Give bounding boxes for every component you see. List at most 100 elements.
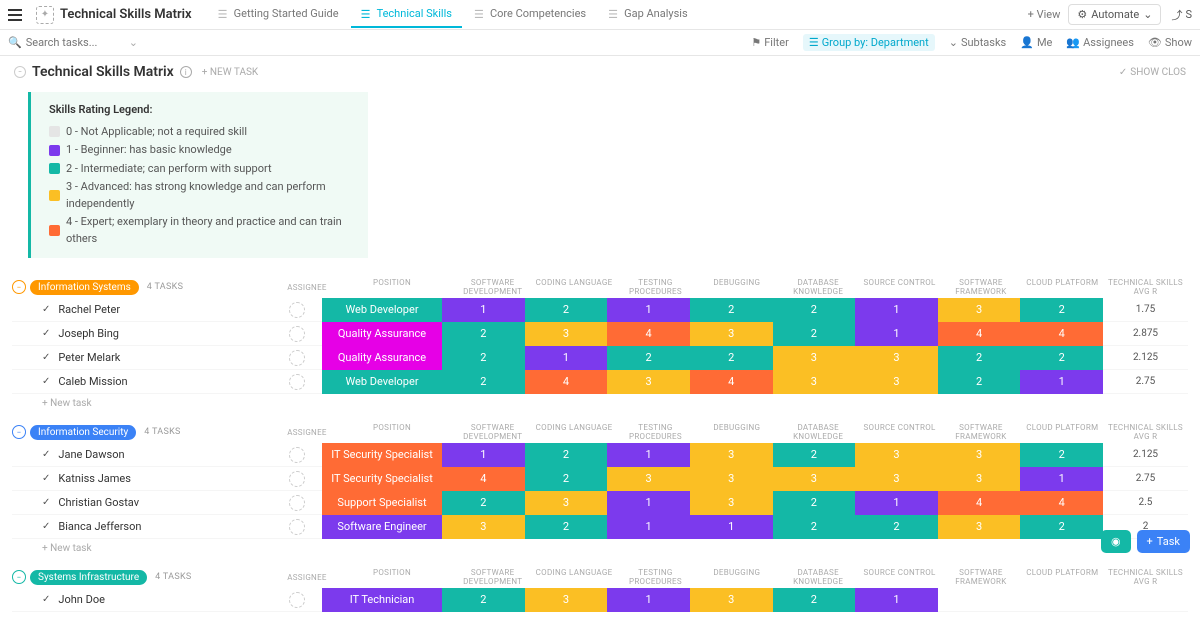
skill-cell[interactable]: 2 [938,370,1021,394]
skill-cell[interactable]: 3 [690,491,773,515]
skill-cell[interactable]: 1 [607,515,690,539]
tab-core-competencies[interactable]: ☰Core Competencies [464,1,596,28]
skill-cell[interactable]: 3 [607,370,690,394]
skill-cell[interactable]: 1 [855,298,938,322]
assignee-cell[interactable] [272,447,322,463]
show-closed[interactable]: ✓SHOW CLOS [1119,67,1186,78]
skill-cell[interactable]: 3 [855,467,938,491]
skill-cell[interactable]: 1 [442,443,525,467]
skill-cell[interactable]: 3 [690,588,773,612]
skill-cell[interactable]: 4 [1020,322,1103,346]
skill-cell[interactable]: 2 [690,298,773,322]
skill-cell[interactable]: 2 [525,515,608,539]
search-input[interactable] [26,36,125,49]
new-task-link[interactable]: + NEW TASK [202,67,258,78]
skill-cell[interactable]: 1 [855,588,938,612]
skill-cell[interactable]: 2 [442,588,525,612]
skill-cell[interactable]: 2 [938,346,1021,370]
automate-button[interactable]: ⚙ Automate ⌄ [1068,4,1161,25]
avatar-placeholder[interactable] [289,519,305,535]
task-row[interactable]: ✓Rachel PeterWeb Developer121221321.75 [12,298,1188,322]
info-icon[interactable]: i [180,66,192,78]
skill-cell[interactable] [938,588,1021,612]
check-icon[interactable]: ✓ [42,304,50,315]
skill-cell[interactable]: 4 [938,322,1021,346]
skill-cell[interactable] [1020,588,1103,612]
avatar-placeholder[interactable] [289,471,305,487]
position-cell[interactable]: Software Engineer [322,515,442,539]
task-row[interactable]: ✓Bianca JeffersonSoftware Engineer321122… [12,515,1188,539]
task-row[interactable]: ✓Jane DawsonIT Security Specialist121323… [12,443,1188,467]
collapse-group-icon[interactable]: − [12,425,26,439]
task-row[interactable]: ✓Joseph BingQuality Assurance Tester2343… [12,322,1188,346]
avatar-placeholder[interactable] [289,592,305,608]
search-box[interactable]: 🔍 ⌄ [8,36,138,49]
skill-cell[interactable]: 1 [1020,467,1103,491]
check-icon[interactable]: ✓ [42,449,50,460]
skill-cell[interactable]: 3 [690,322,773,346]
skill-cell[interactable]: 3 [773,346,856,370]
skill-cell[interactable]: 3 [855,443,938,467]
assignee-cell[interactable] [272,350,322,366]
position-cell[interactable]: Web Developer [322,298,442,322]
position-cell[interactable]: IT Security Specialist [322,467,442,491]
skill-cell[interactable]: 1 [442,298,525,322]
skill-cell[interactable]: 2 [1020,515,1103,539]
avatar-placeholder[interactable] [289,350,305,366]
skill-cell[interactable]: 2 [773,491,856,515]
skill-cell[interactable]: 3 [442,515,525,539]
share-button[interactable]: ⤴ S [1171,7,1192,23]
collapse-group-icon[interactable]: − [12,280,26,294]
position-cell[interactable]: IT Security Specialist [322,443,442,467]
skill-cell[interactable]: 2 [773,588,856,612]
skill-cell[interactable]: 4 [607,322,690,346]
assignees-button[interactable]: 👥Assignees [1066,36,1134,49]
group-label[interactable]: Systems Infrastructure [30,570,147,585]
skill-cell[interactable]: 3 [525,491,608,515]
group-by-button[interactable]: ☰Group by: Department [803,34,935,51]
skill-cell[interactable]: 1 [607,298,690,322]
skill-cell[interactable]: 1 [525,346,608,370]
task-row[interactable]: ✓Christian GostavSupport Specialist23132… [12,491,1188,515]
check-icon[interactable]: ✓ [42,352,50,363]
skill-cell[interactable]: 3 [525,322,608,346]
skill-cell[interactable]: 1 [1020,370,1103,394]
filter-button[interactable]: ⚑Filter [751,36,788,49]
skill-cell[interactable]: 1 [607,491,690,515]
assignee-cell[interactable] [272,471,322,487]
task-row[interactable]: ✓Peter MelarkQuality Assurance Tester212… [12,346,1188,370]
skill-cell[interactable]: 4 [938,491,1021,515]
assignee-cell[interactable] [272,519,322,535]
skill-cell[interactable]: 4 [525,370,608,394]
check-icon[interactable]: ✓ [42,497,50,508]
avatar-placeholder[interactable] [289,374,305,390]
chevron-down-icon[interactable]: ⌄ [129,36,138,49]
position-cell[interactable]: Support Specialist [322,491,442,515]
me-button[interactable]: 👤Me [1020,36,1052,49]
new-task-float[interactable]: +Task [1137,530,1190,553]
skill-cell[interactable]: 1 [855,491,938,515]
skill-cell[interactable]: 2 [442,346,525,370]
skill-cell[interactable]: 2 [690,346,773,370]
task-row[interactable]: ✓John DoeIT Technician231321 [12,588,1188,612]
skill-cell[interactable]: 1 [690,515,773,539]
skill-cell[interactable]: 2 [855,515,938,539]
skill-cell[interactable]: 1 [855,322,938,346]
show-button[interactable]: 👁Show [1148,36,1192,49]
check-icon[interactable]: ✓ [42,376,50,387]
skill-cell[interactable]: 3 [525,588,608,612]
assignee-cell[interactable] [272,326,322,342]
skill-cell[interactable]: 3 [938,443,1021,467]
check-icon[interactable]: ✓ [42,473,50,484]
avatar-placeholder[interactable] [289,495,305,511]
tab-gap-analysis[interactable]: ☰Gap Analysis [598,1,698,28]
skill-cell[interactable]: 1 [607,588,690,612]
position-cell[interactable]: Quality Assurance Tester [322,322,442,346]
skill-cell[interactable]: 2 [773,322,856,346]
assignee-cell[interactable] [272,495,322,511]
assignee-cell[interactable] [272,302,322,318]
skill-cell[interactable]: 3 [690,467,773,491]
position-cell[interactable]: IT Technician [322,588,442,612]
skill-cell[interactable]: 2 [525,298,608,322]
skill-cell[interactable]: 3 [607,467,690,491]
